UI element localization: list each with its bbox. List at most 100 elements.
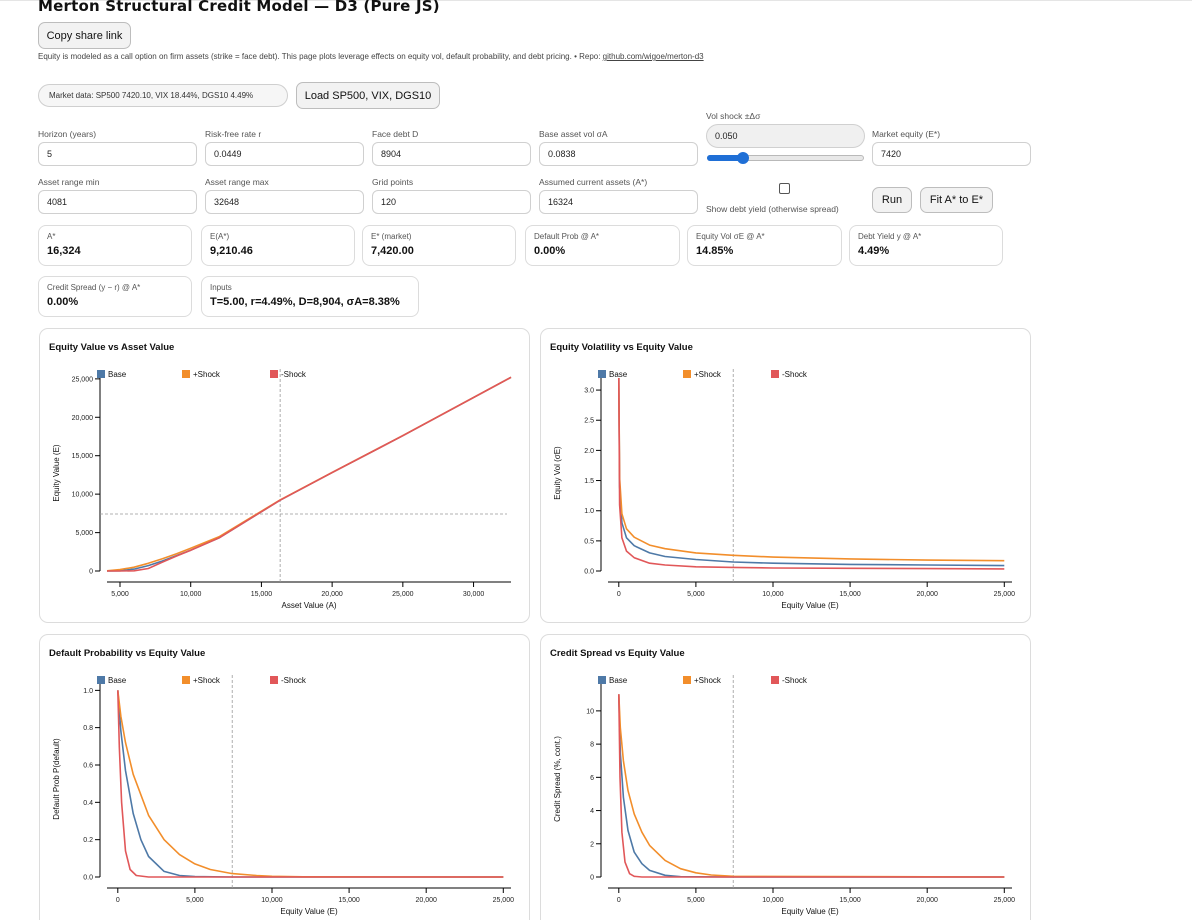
current-assets-input[interactable]: 16324 <box>539 190 698 214</box>
vol-shock-slider-thumb[interactable] <box>737 152 750 164</box>
series-line-plus-shock <box>618 694 1005 878</box>
y-tick-label: 0.5 <box>584 538 594 545</box>
rate-input[interactable]: 0.0449 <box>205 142 364 166</box>
y-tick-label: 0.0 <box>83 875 93 882</box>
x-axis-label: Equity Value (E) <box>280 907 338 916</box>
x-tick-label: 10,000 <box>261 897 283 904</box>
market-equity-input[interactable]: 7420 <box>872 142 1031 166</box>
show-yield-checkbox[interactable] <box>779 183 790 194</box>
legend-label-minus: -Shock <box>281 370 307 379</box>
show-yield-label: Show debt yield (otherwise spread) <box>706 204 839 214</box>
y-tick-label: 1.5 <box>584 478 594 485</box>
series-line-base <box>618 694 1005 878</box>
result-value: 14.85% <box>696 245 734 257</box>
x-tick-label: 25,000 <box>994 591 1016 598</box>
x-tick-label: 5,000 <box>687 897 705 904</box>
x-tick-label: 20,000 <box>321 591 343 598</box>
fit-button[interactable]: Fit A* to E* <box>920 187 993 213</box>
series-line-minus-shock <box>107 376 512 572</box>
series-line-minus-shock <box>117 690 504 878</box>
run-button[interactable]: Run <box>872 187 912 213</box>
legend-swatch-minus <box>771 370 779 378</box>
y-tick-label: 0.0 <box>584 569 594 576</box>
series-line-plus-shock <box>106 376 512 572</box>
x-tick-label: 5,000 <box>186 897 204 904</box>
x-tick-label: 10,000 <box>180 591 202 598</box>
series-line-plus-shock <box>117 690 504 878</box>
result-card-a-star: A* 16,324 <box>38 225 192 266</box>
current-assets-label: Assumed current assets (A*) <box>539 177 648 187</box>
chart-panel-equity-value: Equity Value vs Asset Value 5,000 10,000 1… <box>39 328 530 623</box>
legend-label-base: Base <box>609 676 628 685</box>
vol-shock-input[interactable]: 0.050 <box>706 124 865 148</box>
y-axis-label: Equity Value (E) <box>52 444 61 502</box>
x-tick-label: 20,000 <box>916 897 938 904</box>
asset-max-label: Asset range max <box>205 177 269 187</box>
x-tick-label: 30,000 <box>463 591 485 598</box>
x-tick-label: 25,000 <box>392 591 414 598</box>
rate-label: Risk-free rate r <box>205 129 262 139</box>
series-line-minus-shock <box>618 377 1005 570</box>
legend-swatch-minus <box>270 676 278 684</box>
y-tick-label: 4 <box>590 808 594 815</box>
copy-share-link-button[interactable]: Copy share link <box>38 22 131 49</box>
y-tick-label: 15,000 <box>72 453 94 460</box>
legend-label-plus: +Shock <box>694 676 722 685</box>
result-label: A* <box>47 232 56 241</box>
legend-label-plus: +Shock <box>694 370 722 379</box>
result-value: 9,210.46 <box>210 245 253 257</box>
x-tick-label: 5,000 <box>687 591 705 598</box>
legend-label-base: Base <box>609 370 628 379</box>
legend-label-plus: +Shock <box>193 370 221 379</box>
y-tick-label: 20,000 <box>72 415 94 422</box>
x-tick-label: 15,000 <box>251 591 273 598</box>
chart-panel-credit-spread: Credit Spread vs Equity Value 0 5,000 10,0… <box>540 634 1031 920</box>
page-description: Equity is modeled as a call option on fi… <box>38 52 704 61</box>
legend-swatch-plus <box>683 676 691 684</box>
asset-min-input[interactable]: 4081 <box>38 190 197 214</box>
x-tick-label: 15,000 <box>839 897 861 904</box>
y-tick-label: 0.6 <box>83 763 93 770</box>
y-tick-label: 10 <box>586 708 594 715</box>
x-tick-label: 0 <box>617 897 621 904</box>
series-line-minus-shock <box>618 694 1005 878</box>
load-market-data-button[interactable]: Load SP500, VIX, DGS10 <box>296 82 440 109</box>
result-label: E* (market) <box>371 232 412 241</box>
x-axis-label: Equity Value (E) <box>781 601 839 610</box>
x-tick-label: 15,000 <box>839 591 861 598</box>
result-label: Equity Vol σE @ A* <box>696 232 765 241</box>
legend-swatch-base <box>598 676 606 684</box>
result-label: Default Prob @ A* <box>534 232 600 241</box>
grid-points-input[interactable]: 120 <box>372 190 531 214</box>
x-axis-label: Equity Value (E) <box>781 907 839 916</box>
result-card-e-a-star: E(A*) 9,210.46 <box>201 225 355 266</box>
repo-link[interactable]: github.com/wigoe/merton-d3 <box>603 52 704 61</box>
result-card-default-prob: Default Prob @ A* 0.00% <box>525 225 680 266</box>
default-prob-chart: 0 5,000 10,000 15,000 20,000 25,000 0.0 0.2 0.4 0… <box>52 675 515 916</box>
chart-panel-default-prob: Default Probability vs Equity Value 0 5,0… <box>39 634 530 920</box>
result-label: Inputs <box>210 283 232 292</box>
x-tick-label: 20,000 <box>415 897 437 904</box>
asset-max-input[interactable]: 32648 <box>205 190 364 214</box>
y-tick-label: 8 <box>590 742 594 749</box>
asset-min-label: Asset range min <box>38 177 100 187</box>
x-tick-label: 0 <box>116 897 120 904</box>
result-value: 0.00% <box>534 245 566 257</box>
face-debt-input[interactable]: 8904 <box>372 142 531 166</box>
equity-vol-chart: 0 5,000 10,000 15,000 20,000 25,000 0.0 0.5 1.0 1… <box>553 369 1016 610</box>
base-vol-input[interactable]: 0.0838 <box>539 142 698 166</box>
horizon-input[interactable]: 5 <box>38 142 197 166</box>
y-tick-label: 2.5 <box>584 418 594 425</box>
y-axis-label: Default Prob P(default) <box>52 738 61 820</box>
result-value: 16,324 <box>47 245 81 257</box>
y-tick-label: 1.0 <box>584 508 594 515</box>
series-line-plus-shock <box>618 377 1005 562</box>
y-tick-label: 5,000 <box>75 530 93 537</box>
result-card-equity-vol: Equity Vol σE @ A* 14.85% <box>687 225 842 266</box>
legend-label-base: Base <box>108 676 127 685</box>
y-axis-label: Credit Spread (%, cont.) <box>553 736 562 822</box>
x-tick-label: 25,000 <box>493 897 515 904</box>
result-card-credit-spread: Credit Spread (y − r) @ A* 0.00% <box>38 276 192 317</box>
y-axis-label: Equity Vol (σE) <box>553 446 562 500</box>
result-value: 7,420.00 <box>371 245 414 257</box>
